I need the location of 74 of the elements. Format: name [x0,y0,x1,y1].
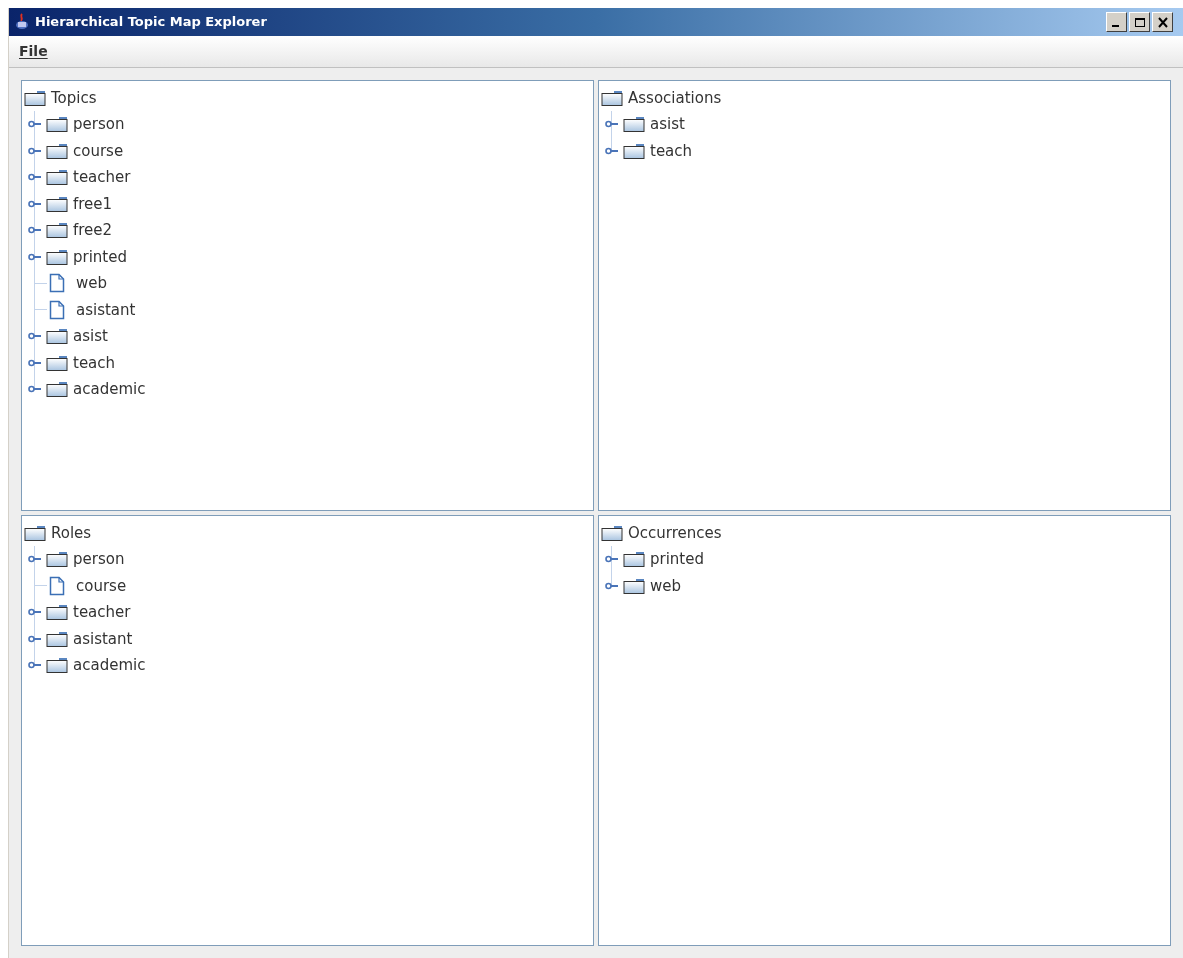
folder-icon [46,328,68,345]
tree-root-label[interactable]: Occurrences [628,521,722,545]
tree-item[interactable]: asist [650,113,685,136]
expand-handle-icon[interactable] [605,581,619,590]
menu-item[interactable]: File [13,41,54,62]
expand-handle-icon[interactable] [28,226,42,235]
expand-handle-icon[interactable] [605,146,619,155]
folder-icon [46,381,68,398]
expand-handle-icon[interactable] [28,120,42,129]
tree-root-label[interactable]: Topics [51,86,97,110]
tree-item[interactable]: free2 [73,219,113,242]
tree-item[interactable]: free1 [73,192,113,215]
document-icon [49,575,65,596]
tree-item[interactable]: asistant [73,627,133,650]
folder-icon [46,142,68,159]
tree-root-label[interactable]: Roles [51,521,92,545]
tree-item[interactable]: course [76,574,127,597]
close-icon [1156,16,1169,28]
folder-icon [601,90,623,106]
expand-handle-icon[interactable] [28,608,42,617]
folder-icon [24,525,46,541]
tree-item[interactable]: teach [650,139,693,162]
folder-icon [601,525,623,541]
folder-icon [46,169,68,186]
folder-icon [623,116,645,133]
expand-handle-icon[interactable] [28,146,42,155]
tree-item[interactable]: person [73,113,125,136]
tree-item[interactable]: course [73,139,124,162]
tree-item[interactable]: printed [650,548,704,571]
tree-item[interactable]: asistant [76,298,136,321]
expand-handle-icon[interactable] [605,120,619,129]
folder-icon [46,551,68,568]
minimize-icon [1112,25,1119,27]
expand-handle-icon[interactable] [28,661,42,670]
tree-item[interactable]: web [650,574,682,597]
expand-handle-icon[interactable] [28,332,42,341]
maximize-icon [1133,16,1146,28]
folder-icon [46,195,68,212]
folder-icon [46,604,68,621]
window-title: Hierarchical Topic Map Explorer [35,13,267,32]
expand-handle-icon[interactable] [28,252,42,261]
tree-item[interactable]: academic [73,378,146,401]
expand-handle-icon[interactable] [28,173,42,182]
tree-item[interactable]: web [76,272,108,295]
document-icon [49,299,65,320]
folder-icon [623,551,645,568]
tree-item[interactable]: asist [73,325,108,348]
tree-item[interactable]: printed [73,245,127,268]
expand-handle-icon[interactable] [28,385,42,394]
folder-icon [46,657,68,674]
expand-handle-icon[interactable] [28,555,42,564]
minimize-button[interactable] [1106,12,1127,32]
maximize-button[interactable] [1129,12,1150,32]
folder-icon [46,248,68,265]
expand-handle-icon[interactable] [28,358,42,367]
expand-handle-icon[interactable] [605,555,619,564]
app-logo-icon [13,13,31,31]
document-icon [49,273,65,294]
tree-item[interactable]: teacher [73,166,131,189]
folder-icon [623,142,645,159]
expand-handle-icon[interactable] [28,199,42,208]
tree-root-label[interactable]: Associations [628,86,722,110]
folder-icon [46,630,68,647]
folder-icon [46,222,68,239]
tree-item[interactable]: person [73,548,125,571]
tree-item[interactable]: academic [73,654,146,677]
folder-icon [623,577,645,594]
close-button[interactable] [1152,12,1173,32]
folder-icon [46,116,68,133]
tree-item[interactable]: teach [73,351,116,374]
folder-icon [24,90,46,106]
expand-handle-icon[interactable] [28,634,42,643]
tree-item[interactable]: teacher [73,601,131,624]
folder-icon [46,354,68,371]
